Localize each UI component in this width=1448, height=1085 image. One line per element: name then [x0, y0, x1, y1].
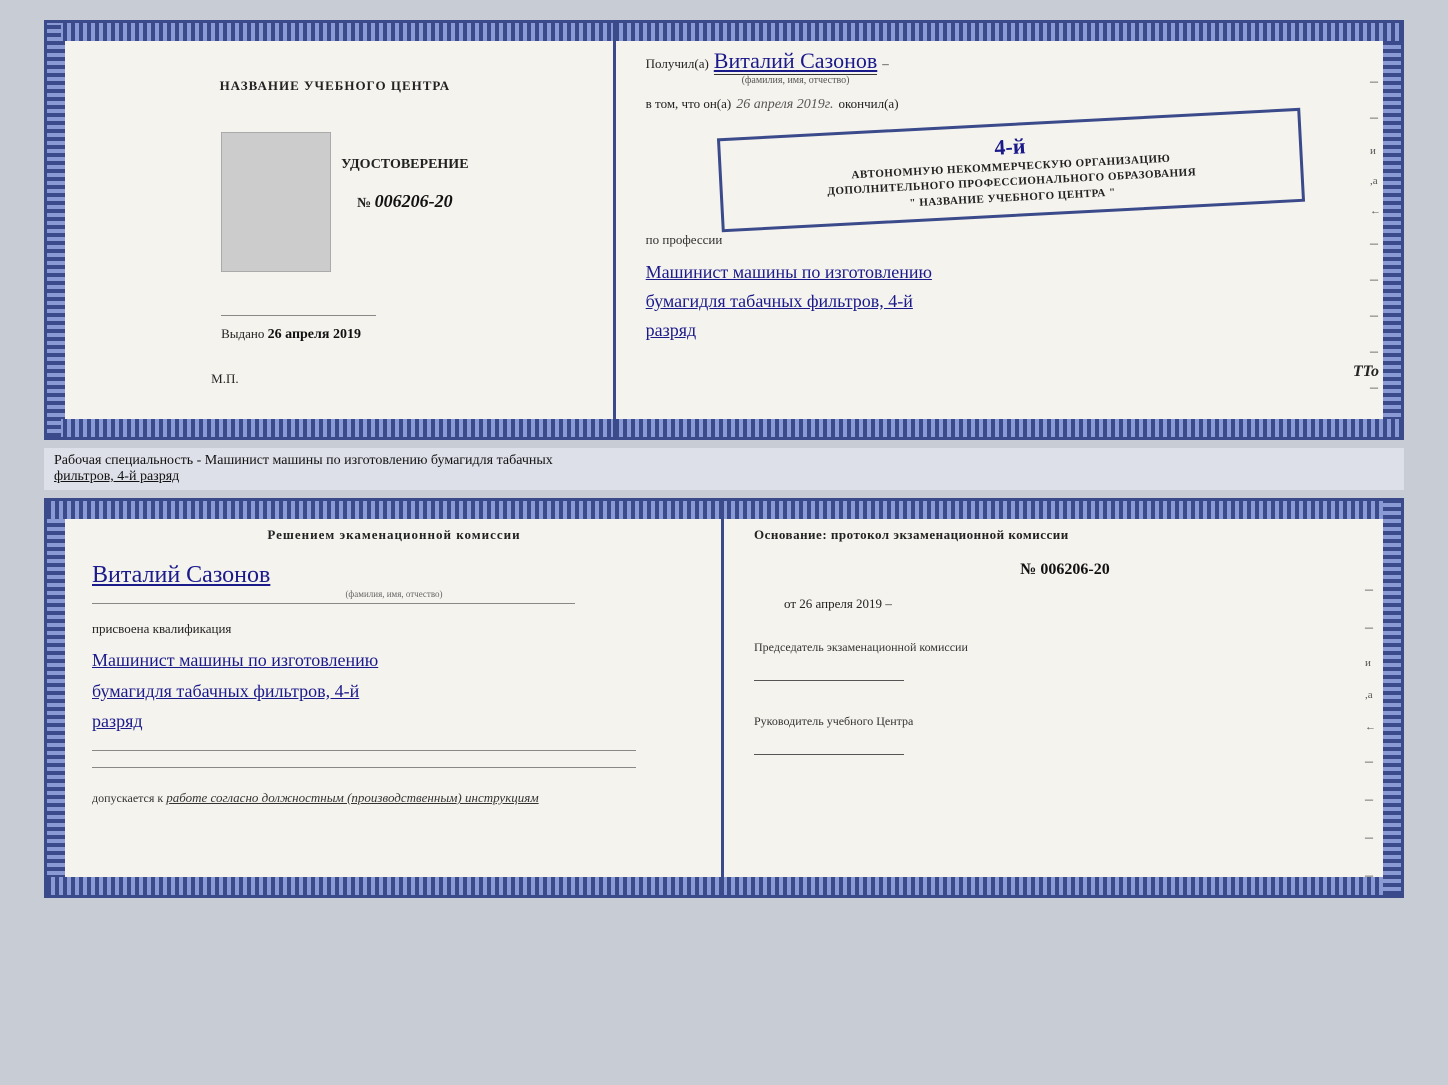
profession-divider [92, 750, 636, 751]
stamp-box: 4-й АВТОНОМНУЮ НЕКОММЕРЧЕСКУЮ ОРГАНИЗАЦИ… [717, 108, 1305, 233]
protocol-date: от 26 апреля 2019 – [784, 596, 1376, 612]
specialty-prefix: Рабочая специальность - Машинист машины … [54, 453, 553, 468]
head-block: Руководитель учебного Центра [754, 713, 1376, 755]
admitted-text: работе согласно должностным (производств… [166, 790, 538, 805]
mp-text: М.П. [211, 371, 238, 387]
date-prefix: в том, что он(а) [646, 96, 732, 112]
top-certificate: НАЗВАНИЕ УЧЕБНОГО ЦЕНТРА УДОСТОВЕРЕНИЕ №… [44, 20, 1404, 440]
finished-label: окончил(а) [839, 96, 899, 112]
profession-divider2 [92, 767, 636, 768]
admitted-label: допускается к [92, 791, 163, 805]
number-label: № 006206-20 [357, 191, 453, 212]
recipient-line: Получил(а) Виталий Сазонов (фамилия, имя… [646, 48, 1376, 86]
bottom-profession-line3: разряд [92, 706, 696, 737]
person-name: Виталий Сазонов [92, 562, 270, 589]
document-container: НАЗВАНИЕ УЧЕБНОГО ЦЕНТРА УДОСТОВЕРЕНИЕ №… [44, 20, 1404, 898]
bottom-right-border-decoration [1383, 501, 1401, 895]
issued-date: 26 апреля 2019 [268, 327, 361, 342]
specialty-underlined: фильтров, 4-й разряд [54, 469, 179, 484]
profession-label: по профессии [646, 232, 1376, 248]
bottom-profession-line1: Машинист машины по изготовлению [92, 645, 696, 676]
profession-line2: бумагидля табачных фильтров, 4-й [646, 287, 1376, 316]
assigned-label: присвоена квалификация [92, 621, 696, 637]
commission-title: Решением экаменационной комиссии [92, 526, 696, 544]
udostoverenie-label: УДОСТОВЕРЕНИЕ [341, 157, 468, 173]
bottom-right-page: Основание: протокол экзаменационной коми… [724, 501, 1401, 895]
profession-block: Машинист машины по изготовлению бумагидл… [646, 258, 1376, 344]
certificate-left-page: НАЗВАНИЕ УЧЕБНОГО ЦЕНТРА УДОСТОВЕРЕНИЕ №… [47, 23, 616, 437]
head-signature-line [754, 735, 904, 755]
chairman-signature-line [754, 661, 904, 681]
chairman-label: Председатель экзаменационной комиссии [754, 639, 1376, 656]
date-handwritten: 26 апреля 2019г. [736, 97, 833, 113]
inner-left-border [47, 23, 61, 437]
bottom-left-page: Решением экаменационной комиссии Виталий… [47, 501, 724, 895]
chairman-block: Председатель экзаменационной комиссии [754, 639, 1376, 681]
head-label: Руководитель учебного Центра [754, 713, 1376, 730]
cert-title: НАЗВАНИЕ УЧЕБНОГО ЦЕНТРА [220, 78, 451, 94]
certificate-right-page: Получил(а) Виталий Сазонов (фамилия, имя… [616, 23, 1401, 437]
date-from: от [784, 596, 796, 611]
photo-placeholder [221, 132, 331, 272]
bottom-profession-line2: бумагидля табачных фильтров, 4-й [92, 676, 696, 707]
admitted-block: допускается к работе согласно должностны… [92, 790, 696, 806]
name-divider [92, 603, 575, 604]
fio-label: (фамилия, имя, отчество) [742, 75, 850, 86]
date-value: 26 апреля 2019 [799, 596, 882, 611]
protocol-number: № 006206-20 [754, 561, 1376, 579]
bottom-profession-block: Машинист машины по изготовлению бумагидл… [92, 645, 696, 737]
bottom-certificate: Решением экаменационной комиссии Виталий… [44, 498, 1404, 898]
profession-line3: разряд [646, 316, 1376, 345]
profession-line1: Машинист машины по изготовлению [646, 258, 1376, 287]
foundation-line: Основание: протокол экзаменационной коми… [754, 526, 1376, 544]
received-label: Получил(а) [646, 56, 709, 72]
certificate-number: 006206-20 [375, 191, 453, 211]
specialty-text: Рабочая специальность - Машинист машины … [44, 448, 1404, 490]
divider [221, 315, 375, 316]
recipient-name: Виталий Сазонов [714, 48, 877, 75]
fio-small: (фамилия, имя, отчество) [345, 589, 442, 599]
issued-line: Выдано 26 апреля 2019 [211, 326, 468, 343]
